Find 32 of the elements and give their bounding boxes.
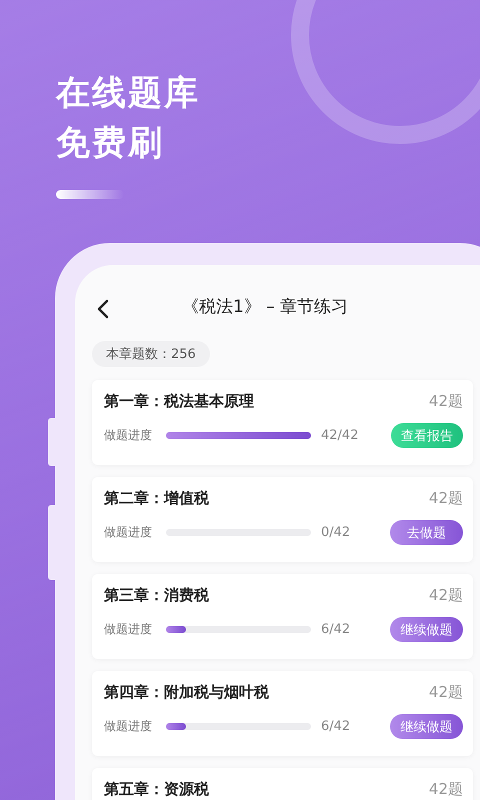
chapter-title: 第三章：消费税: [104, 586, 209, 605]
chapter-card[interactable]: 第一章：税法基本原理 42题 做题进度 42/42 查看报告: [92, 380, 473, 465]
progress-reading: 0/42: [321, 525, 352, 540]
chapter-title: 第四章：附加税与烟叶税: [104, 683, 269, 702]
progress-label: 做题进度: [104, 427, 153, 444]
accent-bar: [56, 190, 124, 199]
progress-reading: 6/42: [321, 719, 352, 734]
chapter-card[interactable]: 第五章：资源税 42题: [92, 768, 473, 800]
question-count-pill: 本章题数：256: [92, 341, 210, 367]
back-icon[interactable]: [97, 299, 109, 319]
question-count: 42题: [428, 489, 463, 508]
progress-label: 做题进度: [104, 718, 153, 735]
question-count: 42题: [428, 392, 463, 411]
chapter-card[interactable]: 第四章：附加税与烟叶税 42题 做题进度 6/42 继续做题: [92, 671, 473, 756]
progress-label: 做题进度: [104, 524, 153, 541]
question-count: 42题: [428, 780, 463, 799]
chapter-title: 第五章：资源税: [104, 780, 209, 799]
screen-title: 《税法1》 – 章节练习: [182, 296, 348, 318]
chapter-card[interactable]: 第三章：消费税 42题 做题进度 6/42 继续做题: [92, 574, 473, 659]
chapter-title: 第二章：增值税: [104, 489, 209, 508]
chapter-action-button[interactable]: 继续做题: [390, 714, 463, 739]
progress-label: 做题进度: [104, 621, 153, 638]
chapter-title: 第一章：税法基本原理: [104, 392, 254, 411]
progress-reading: 6/42: [321, 622, 352, 637]
question-count: 42题: [428, 586, 463, 605]
headline: 在线题库: [56, 72, 201, 115]
chapter-action-button[interactable]: 去做题: [390, 520, 463, 545]
headline: 免费刷: [56, 122, 165, 165]
chapter-card[interactable]: 第二章：增值税 42题 做题进度 0/42 去做题: [92, 477, 473, 562]
progress-reading: 42/42: [321, 428, 360, 443]
question-count: 42题: [428, 683, 463, 702]
chapter-action-button[interactable]: 继续做题: [390, 617, 463, 642]
